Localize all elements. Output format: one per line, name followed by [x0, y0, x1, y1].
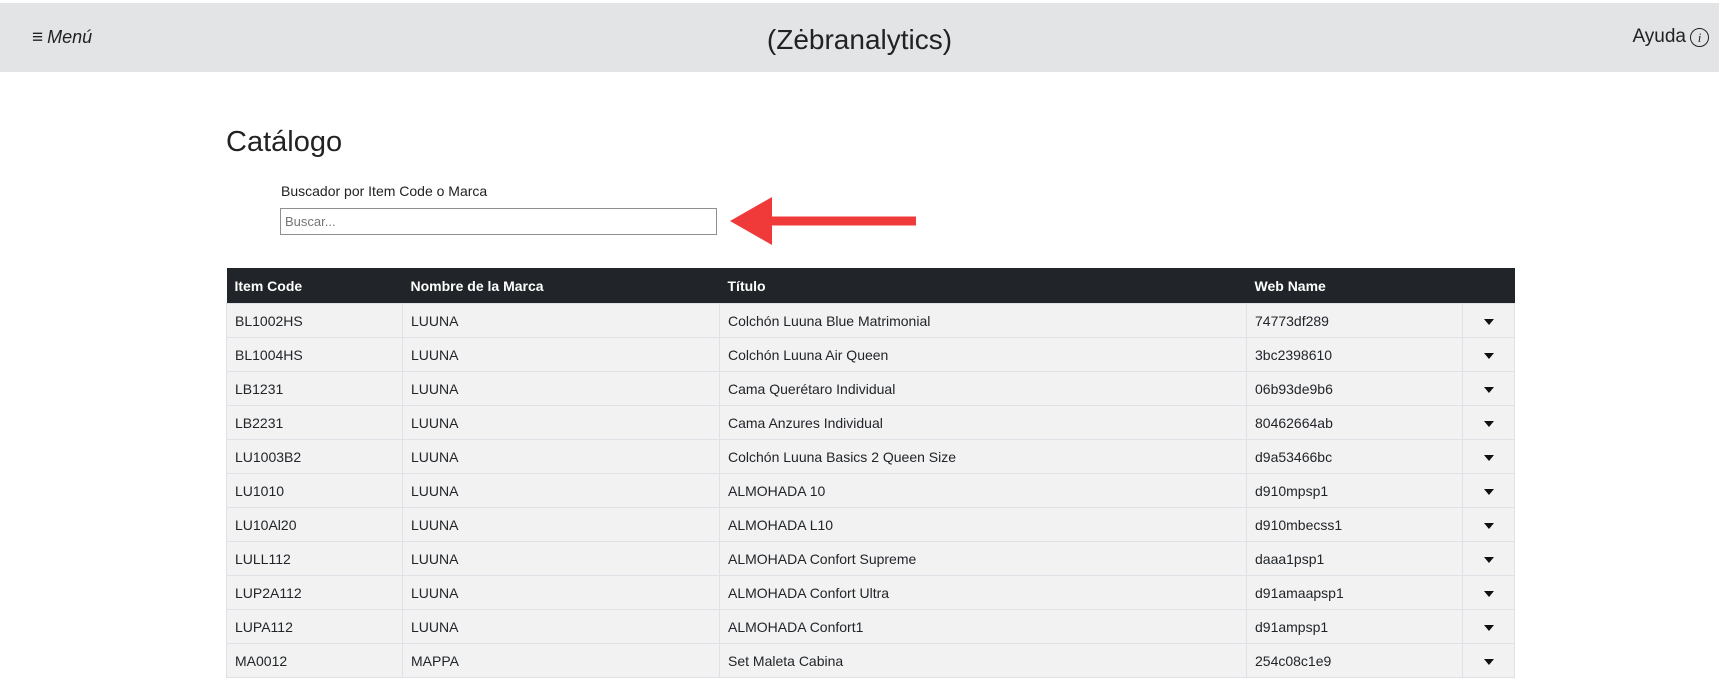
cell-title: ALMOHADA Confort Ultra [719, 575, 1247, 610]
caret-down-icon [1483, 556, 1494, 563]
cell-web-name: 74773df289 [1246, 303, 1463, 338]
row-expand-toggle[interactable] [1462, 337, 1515, 372]
cell-brand: MAPPA [402, 643, 720, 678]
table-row[interactable]: LB1231 LUUNA Cama Querétaro Individual 06b9… [226, 371, 1515, 406]
caret-down-icon [1483, 318, 1494, 325]
cell-web-name: 06b93de9b6 [1246, 371, 1463, 406]
column-header-brand[interactable]: Nombre de la Marca [402, 268, 720, 304]
table-row[interactable]: LB2231 LUUNA Cama Anzures Individual 804626… [226, 405, 1515, 440]
cell-item-code: LUPA112 [226, 609, 403, 644]
table-row[interactable]: LU1003B2 LUUNA Colchón Luuna Basics 2 Quee… [226, 439, 1515, 474]
cell-brand: LUUNA [402, 507, 720, 542]
table-row[interactable]: LUP2A112 LUUNA ALMOHADA Confort Ultra d91am… [226, 575, 1515, 610]
cell-item-code: LULL112 [226, 541, 403, 576]
cell-brand: LUUNA [402, 473, 720, 508]
row-expand-toggle[interactable] [1462, 439, 1515, 474]
table-row[interactable]: LU1010 LUUNA ALMOHADA 10 d910mpsp1 [226, 473, 1515, 508]
cell-web-name: d91amaapsp1 [1246, 575, 1463, 610]
cell-brand: LUUNA [402, 575, 720, 610]
cell-web-name: d91ampsp1 [1246, 609, 1463, 644]
cell-item-code: MA0012 [226, 643, 403, 678]
cell-web-name: 254c08c1e9 [1246, 643, 1463, 678]
row-expand-toggle[interactable] [1462, 371, 1515, 406]
table-row[interactable]: MA0012 MAPPA Set Maleta Cabina 254c08c1e9 [226, 643, 1515, 678]
help-button[interactable]: Ayuda i [1632, 26, 1709, 48]
cell-item-code: BL1004HS [226, 337, 403, 372]
table-row[interactable]: BL1004HS LUUNA Colchón Luuna Air Queen 3bc2… [226, 337, 1515, 372]
cell-item-code: LU1010 [226, 473, 403, 508]
table-row[interactable]: LULL112 LUUNA ALMOHADA Confort Supreme daaa… [226, 541, 1515, 576]
caret-down-icon [1483, 420, 1494, 427]
caret-down-icon [1483, 454, 1494, 461]
page-title: Catálogo [226, 126, 343, 158]
cell-web-name: d910mpsp1 [1246, 473, 1463, 508]
cell-title: Cama Anzures Individual [719, 405, 1247, 440]
cell-brand: LUUNA [402, 609, 720, 644]
cell-title: ALMOHADA Confort Supreme [719, 541, 1247, 576]
search-input[interactable] [280, 208, 717, 235]
column-header-item-code[interactable]: Item Code [226, 268, 403, 304]
cell-title: Cama Querétaro Individual [719, 371, 1247, 406]
cell-title: ALMOHADA Confort1 [719, 609, 1247, 644]
column-header-actions [1462, 268, 1515, 304]
cell-brand: LUUNA [402, 541, 720, 576]
table-header-row: Item Code Nombre de la Marca Título Web … [226, 268, 1515, 304]
row-expand-toggle[interactable] [1462, 473, 1515, 508]
row-expand-toggle[interactable] [1462, 405, 1515, 440]
caret-down-icon [1483, 386, 1494, 393]
cell-item-code: LU10Al20 [226, 507, 403, 542]
search-label: Buscador por Item Code o Marca [281, 183, 488, 199]
table-row[interactable]: LU10Al20 LUUNA ALMOHADA L10 d910mbecss1 [226, 507, 1515, 542]
cell-brand: LUUNA [402, 405, 720, 440]
cell-item-code: LB2231 [226, 405, 403, 440]
row-expand-toggle[interactable] [1462, 575, 1515, 610]
cell-title: ALMOHADA L10 [719, 507, 1247, 542]
caret-down-icon [1483, 488, 1494, 495]
cell-item-code: BL1002HS [226, 303, 403, 338]
cell-web-name: d9a53466bc [1246, 439, 1463, 474]
table-row[interactable]: LUPA112 LUUNA ALMOHADA Confort1 d91ampsp1 [226, 609, 1515, 644]
cell-title: Set Maleta Cabina [719, 643, 1247, 678]
cell-brand: LUUNA [402, 371, 720, 406]
column-header-title[interactable]: Título [719, 268, 1247, 304]
caret-down-icon [1483, 658, 1494, 665]
row-expand-toggle[interactable] [1462, 643, 1515, 678]
red-arrow-annotation [730, 197, 916, 245]
cell-brand: LUUNA [402, 303, 720, 338]
cell-title: ALMOHADA 10 [719, 473, 1247, 508]
top-navbar: ≡ Menú (Zėbranalytics) Ayuda i [0, 3, 1719, 72]
catalog-table: Item Code Nombre de la Marca Título Web … [226, 268, 1515, 678]
cell-web-name: d910mbecss1 [1246, 507, 1463, 542]
column-header-web-name[interactable]: Web Name [1246, 268, 1463, 304]
cell-title: Colchón Luuna Blue Matrimonial [719, 303, 1247, 338]
caret-down-icon [1483, 522, 1494, 529]
cell-web-name: daaa1psp1 [1246, 541, 1463, 576]
row-expand-toggle[interactable] [1462, 303, 1515, 338]
table-row[interactable]: BL1002HS LUUNA Colchón Luuna Blue Matrimon… [226, 303, 1515, 338]
row-expand-toggle[interactable] [1462, 507, 1515, 542]
cell-item-code: LB1231 [226, 371, 403, 406]
cell-web-name: 80462664ab [1246, 405, 1463, 440]
cell-item-code: LU1003B2 [226, 439, 403, 474]
brand-title: (Zėbranalytics) [766, 24, 953, 55]
caret-down-icon [1483, 590, 1494, 597]
cell-title: Colchón Luuna Air Queen [719, 337, 1247, 372]
cell-web-name: 3bc2398610 [1246, 337, 1463, 372]
help-label: Ayuda [1632, 26, 1686, 47]
row-expand-toggle[interactable] [1462, 541, 1515, 576]
cell-item-code: LUP2A112 [226, 575, 403, 610]
cell-brand: LUUNA [402, 439, 720, 474]
row-expand-toggle[interactable] [1462, 609, 1515, 644]
cell-brand: LUUNA [402, 337, 720, 372]
info-circle-icon: i [1690, 27, 1709, 47]
caret-down-icon [1483, 352, 1494, 359]
cell-title: Colchón Luuna Basics 2 Queen Size [719, 439, 1247, 474]
caret-down-icon [1483, 624, 1494, 631]
